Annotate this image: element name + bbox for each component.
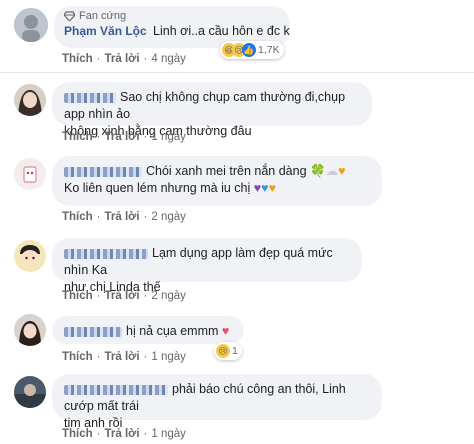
fan-badge: Fan cứng bbox=[64, 10, 280, 22]
like-button[interactable]: Thích bbox=[62, 428, 93, 440]
blue-heart-icon: ♥ bbox=[261, 181, 269, 195]
comment-bubble: phải báo chú công an thôi, Linh cướp mất… bbox=[52, 374, 382, 430]
top-comment: Fan cứng Phạm Văn Lộc Linh ơi..a cầu hôn… bbox=[0, 0, 474, 70]
comment-actions: Thích · Trả lời · 2 ngày bbox=[62, 290, 186, 302]
separator-dot: · bbox=[96, 428, 101, 440]
like-button[interactable]: Thích bbox=[62, 211, 93, 223]
comment-text: Linh ơi..a cầu hôn e đc k bbox=[153, 24, 290, 38]
like-button[interactable]: Thích bbox=[62, 290, 93, 302]
reaction-summary[interactable]: 😢 1 bbox=[214, 342, 242, 360]
comment-actions: Thích · Trả lời · 2 ngày bbox=[62, 211, 186, 223]
like-button[interactable]: Thích bbox=[62, 53, 93, 65]
like-button[interactable]: Thích bbox=[62, 131, 93, 143]
reaction-count: 1,7K bbox=[258, 44, 280, 56]
timestamp[interactable]: 2 ngày bbox=[151, 211, 186, 223]
avatar[interactable] bbox=[14, 84, 46, 116]
purple-heart-icon: ♥ bbox=[253, 181, 262, 195]
separator-dot: · bbox=[143, 131, 148, 143]
author-name[interactable]: Phạm Văn Lộc bbox=[64, 24, 147, 38]
separator-dot: · bbox=[143, 428, 148, 440]
comment-text: hị nả cụa emmm ♥ bbox=[64, 323, 232, 340]
heart-icon: ♥ bbox=[221, 324, 230, 338]
comment-text: phải báo chú công an thôi, Linh cướp mất… bbox=[64, 382, 346, 430]
blurred-name[interactable] bbox=[64, 384, 168, 395]
user-avatar-icon bbox=[14, 314, 46, 346]
separator-dot: · bbox=[96, 53, 101, 65]
timestamp[interactable]: 4 ngày bbox=[151, 53, 186, 65]
blurred-name[interactable] bbox=[64, 166, 142, 177]
avatar[interactable] bbox=[14, 314, 46, 346]
comment-bubble: hị nả cụa emmm ♥ bbox=[52, 316, 244, 344]
comment-text: Chói xanh mei trên nắn dàng 🍀☁♥ Ko liên … bbox=[64, 164, 346, 195]
separator-dot: · bbox=[143, 290, 148, 302]
comment-actions: Thích · Trả lời · 1 ngày bbox=[62, 351, 186, 363]
reply-button[interactable]: Trả lời bbox=[105, 351, 140, 363]
user-avatar-icon bbox=[14, 376, 46, 408]
timestamp[interactable]: 1 ngày bbox=[151, 351, 186, 363]
user-avatar-icon bbox=[14, 8, 48, 42]
clover-icon: 🍀 bbox=[310, 164, 326, 178]
avatar[interactable] bbox=[14, 376, 46, 408]
reply-button[interactable]: Trả lời bbox=[105, 211, 140, 223]
reply-button[interactable]: Trả lời bbox=[105, 428, 140, 440]
reply-button[interactable]: Trả lời bbox=[105, 131, 140, 143]
comment-actions: Thích · Trả lời · 1 ngày bbox=[62, 428, 186, 440]
reaction-summary[interactable]: 😆 😢 👍 1,7K bbox=[220, 41, 284, 59]
blurred-name[interactable] bbox=[64, 92, 116, 103]
avatar[interactable] bbox=[14, 8, 48, 42]
reaction-count: 1 bbox=[232, 345, 238, 357]
cloud-icon: ☁ bbox=[325, 164, 339, 178]
timestamp[interactable]: 1 ngày bbox=[151, 131, 186, 143]
like-icon: 👍 bbox=[242, 43, 256, 57]
badge-label: Fan cứng bbox=[79, 10, 127, 22]
like-button[interactable]: Thích bbox=[62, 351, 93, 363]
user-avatar-icon bbox=[14, 158, 46, 190]
comment-text: Lạm dụng app làm đẹp quá mức nhìn Ka như… bbox=[64, 246, 333, 294]
reply-button[interactable]: Trả lời bbox=[105, 53, 140, 65]
reply-button[interactable]: Trả lời bbox=[105, 290, 140, 302]
separator-dot: · bbox=[96, 351, 101, 363]
separator-dot: · bbox=[96, 211, 101, 223]
orange-heart-icon: ♥ bbox=[338, 164, 346, 178]
comment-actions: Thích · Trả lời · 1 ngày bbox=[62, 131, 186, 143]
separator-dot: · bbox=[143, 351, 148, 363]
divider bbox=[0, 72, 474, 73]
separator-dot: · bbox=[143, 211, 148, 223]
timestamp[interactable]: 1 ngày bbox=[151, 428, 186, 440]
sad-icon: 😢 bbox=[216, 344, 230, 358]
user-avatar-icon bbox=[14, 84, 46, 116]
comment-actions: Thích · Trả lời · 4 ngày bbox=[62, 53, 186, 65]
separator-dot: · bbox=[143, 53, 148, 65]
orange-heart-icon: ♥ bbox=[268, 181, 277, 195]
timestamp[interactable]: 2 ngày bbox=[151, 290, 186, 302]
separator-dot: · bbox=[96, 131, 101, 143]
blurred-name[interactable] bbox=[64, 326, 122, 337]
comment-bubble: Chói xanh mei trên nắn dàng 🍀☁♥ Ko liên … bbox=[52, 156, 382, 206]
diamond-icon bbox=[64, 11, 75, 21]
blurred-name[interactable] bbox=[64, 248, 148, 259]
separator-dot: · bbox=[96, 290, 101, 302]
avatar[interactable] bbox=[14, 158, 46, 190]
comment-bubble: Lạm dụng app làm đẹp quá mức nhìn Ka như… bbox=[52, 238, 362, 294]
comment-bubble: Sao chị không chụp cam thường đi,chụp ap… bbox=[52, 82, 372, 138]
avatar[interactable] bbox=[14, 240, 46, 272]
user-avatar-icon bbox=[14, 240, 46, 272]
